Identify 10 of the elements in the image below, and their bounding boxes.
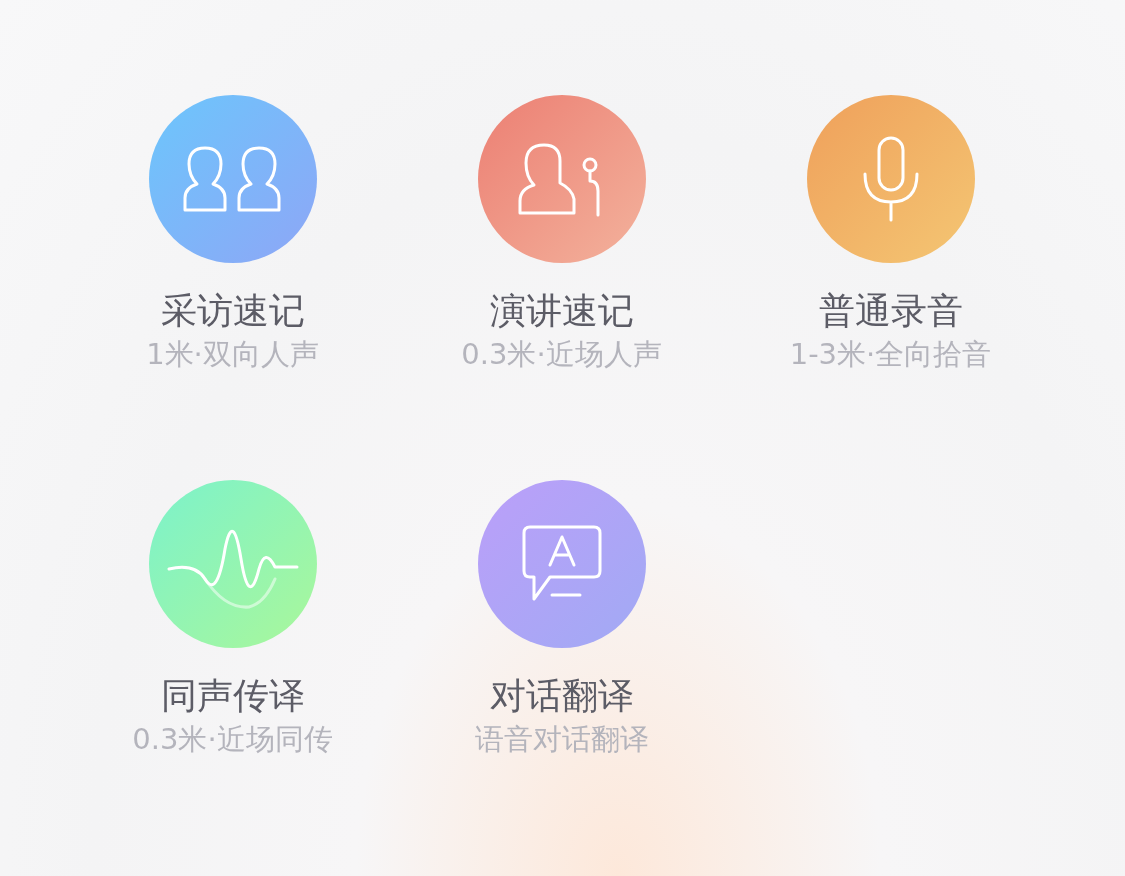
mode-title: 同声传译 — [160, 674, 305, 718]
mode-subtitle: 1-3米·全向拾音 — [789, 336, 992, 373]
mode-subtitle: 0.3米·近场同传 — [132, 721, 333, 758]
mode-subtitle: 语音对话翻译 — [474, 721, 649, 758]
mode-subtitle: 1米·双向人声 — [146, 336, 319, 373]
mode-subtitle: 0.3米·近场人声 — [461, 336, 662, 373]
mode-title: 采访速记 — [160, 289, 305, 333]
mode-title: 普通录音 — [818, 289, 963, 333]
mode-title: 演讲速记 — [489, 289, 634, 333]
mode-title: 对话翻译 — [489, 674, 634, 718]
